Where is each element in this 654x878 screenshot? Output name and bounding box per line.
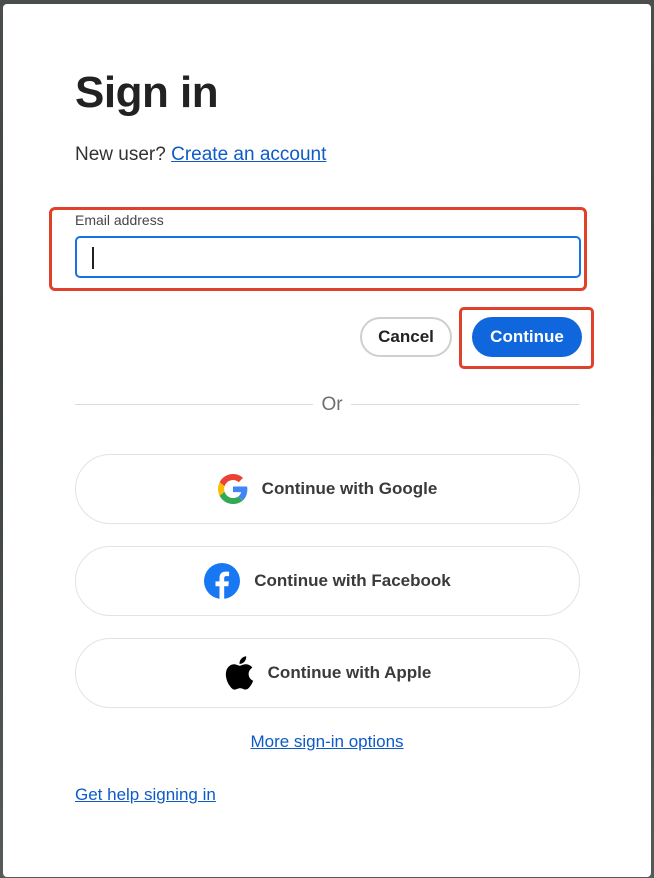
divider-line-right: [351, 404, 579, 405]
help-container: Get help signing in: [75, 785, 216, 805]
cancel-button[interactable]: Cancel: [360, 317, 452, 357]
more-options-container: More sign-in options: [3, 732, 651, 752]
google-signin-label: Continue with Google: [261, 479, 438, 498]
email-input[interactable]: [75, 236, 581, 278]
continue-button[interactable]: Continue: [472, 317, 582, 357]
apple-icon: [224, 656, 254, 690]
create-account-link[interactable]: Create an account: [171, 144, 326, 165]
new-user-prompt: New user? Create an account: [75, 144, 326, 166]
page-title: Sign in: [75, 68, 219, 117]
apple-signin-label: Continue with Apple: [267, 663, 432, 682]
email-label: Email address: [75, 212, 164, 228]
facebook-signin-label: Continue with Facebook: [254, 571, 451, 590]
apple-signin-button[interactable]: Continue with Apple: [75, 638, 580, 708]
more-signin-options-link[interactable]: More sign-in options: [250, 732, 403, 751]
divider-text: Or: [321, 394, 343, 415]
signin-card: Sign in New user? Create an account Emai…: [3, 4, 651, 877]
divider-line-left: [75, 404, 313, 405]
text-cursor: [92, 247, 94, 269]
new-user-text: New user?: [75, 144, 166, 165]
google-signin-button[interactable]: Continue with Google: [75, 454, 580, 524]
google-icon: [217, 474, 248, 504]
facebook-icon: [204, 563, 241, 599]
help-signin-link[interactable]: Get help signing in: [75, 785, 216, 804]
facebook-signin-button[interactable]: Continue with Facebook: [75, 546, 580, 616]
